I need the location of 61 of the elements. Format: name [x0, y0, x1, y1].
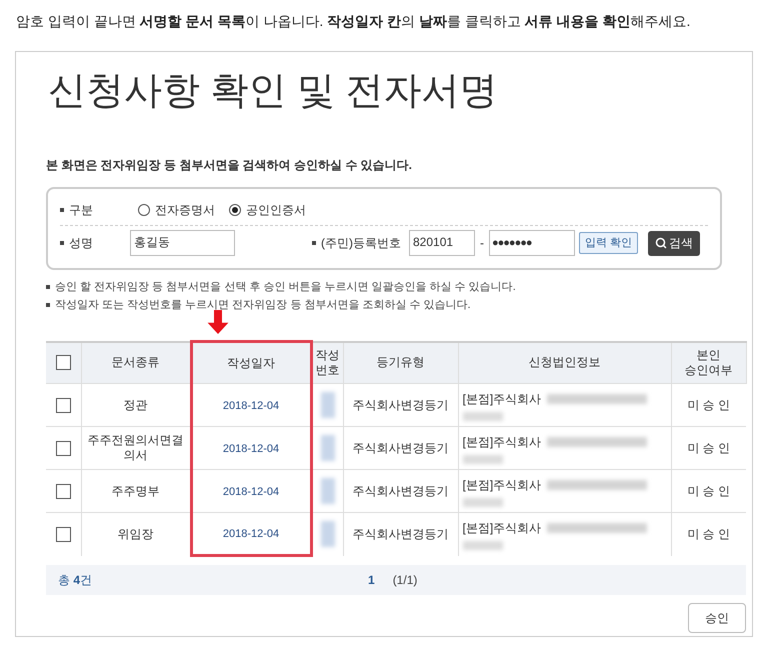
column-header: 작성 번호 — [311, 342, 343, 384]
name-field[interactable]: 홍길동 — [130, 230, 235, 256]
field-label: 구분 — [69, 202, 93, 219]
date-link[interactable]: 2018-12-04 — [222, 400, 280, 412]
approve-button[interactable]: 승인 — [688, 603, 746, 633]
table-cell-text: [본점]주식회사 — [462, 434, 542, 450]
table-cell: 주식회사변경등기 — [343, 384, 458, 426]
table-cell: 위임장 — [81, 512, 191, 556]
id-back-field[interactable]: ●●●●●●● — [489, 230, 575, 256]
table-cell-text: [본점]주식회사 — [462, 476, 542, 494]
table-cell: 미 승 인 — [671, 384, 746, 426]
table-cell: 미 승 인 — [671, 426, 746, 470]
search-button[interactable]: 검색 — [648, 230, 700, 256]
total-count: 총 4건 — [58, 572, 94, 589]
table-cell: 미 승 인 — [671, 512, 746, 556]
column-header: 문서종류 — [81, 342, 191, 384]
page-info: (1/1) — [392, 572, 418, 589]
field-label: (주민)등록번호 — [321, 235, 401, 252]
field-label: 성명 — [69, 235, 93, 252]
column-header: 본인 승인여부 — [671, 342, 746, 384]
date-link[interactable]: 2018-12-04 — [222, 486, 280, 498]
confirm-button[interactable]: 입력 확인 — [579, 232, 638, 254]
page-title: 신청사항 확인 및 전자서명 — [47, 69, 499, 114]
table-cell: 미 승 인 — [671, 470, 746, 512]
redacted-text — [462, 540, 502, 550]
checkbox[interactable] — [56, 398, 71, 412]
redacted-text — [320, 478, 334, 504]
down-arrow-icon — [206, 310, 230, 334]
radio-option[interactable]: 전자증명서 — [138, 201, 215, 219]
note-text: 작성일자 또는 작성번호를 누르시면 전자위임장 등 첨부서면을 조회하실 수 있습니다. — [55, 298, 471, 313]
column-header: 등기유형 — [343, 342, 458, 384]
table-cell: 주식회사변경등기 — [343, 426, 458, 470]
page-link[interactable]: 1 — [368, 571, 375, 589]
date-link[interactable]: 2018-12-04 — [222, 528, 280, 540]
radio-option[interactable]: 공인인증서 — [229, 201, 306, 219]
redacted-text — [462, 412, 502, 420]
table-cell: 주주전원의서면결의서 — [81, 426, 191, 470]
checkbox[interactable] — [56, 526, 71, 542]
column-header: 작성일자 — [191, 342, 311, 384]
table-cell: 주식회사변경등기 — [343, 470, 458, 512]
separator-text: - — [480, 235, 484, 252]
redacted-text — [320, 521, 334, 548]
table-cell: 주식회사변경등기 — [343, 512, 458, 556]
subtitle: 본 화면은 전자위임장 등 첨부서면을 검색하여 승인하실 수 있습니다. — [46, 157, 414, 174]
redacted-text — [320, 392, 334, 418]
column-header: 신청법인정보 — [458, 342, 671, 384]
note-text: 승인 할 전자위임장 등 첨부서면을 선택 후 승인 버튼을 누르시면 일괄승인을 하실 수 있습니다. — [55, 280, 516, 295]
checkbox[interactable] — [56, 484, 71, 498]
table-cell-text: [본점]주식회사 — [462, 390, 542, 408]
table-cell: 정관 — [81, 384, 191, 426]
redacted-text — [462, 454, 502, 464]
table-cell-text: [본점]주식회사 — [462, 520, 542, 537]
checkbox[interactable] — [56, 440, 71, 456]
table-cell: 주주명부 — [81, 470, 191, 512]
redacted-text — [462, 498, 502, 506]
redacted-text — [320, 435, 334, 461]
checkbox[interactable] — [56, 355, 71, 370]
intro-text: 암호 입력이 끝나면 서명할 문서 목록이 나옵니다. 작성일자 칸의 날짜를 클릭하고 서류 내용을 확인해주세요. — [15, 12, 692, 31]
search-icon — [655, 237, 667, 249]
date-link[interactable]: 2018-12-04 — [222, 442, 280, 455]
id-front-field[interactable]: 820101 — [409, 230, 475, 256]
